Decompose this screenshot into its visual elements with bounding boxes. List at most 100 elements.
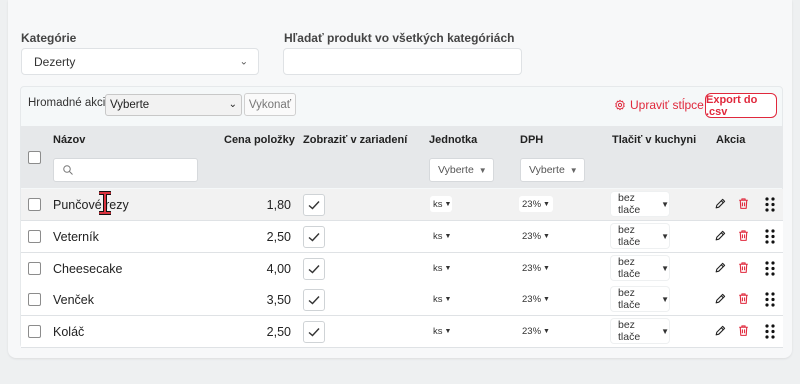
unit-select[interactable]: ks ▼: [430, 323, 452, 339]
vat-select[interactable]: 23% ▼: [519, 291, 553, 307]
check-icon: [308, 296, 320, 305]
pencil-icon[interactable]: [714, 261, 727, 274]
drag-handle-icon[interactable]: [765, 197, 775, 212]
kitchen-print-select[interactable]: bez tlače ▼: [611, 287, 669, 311]
global-search-input[interactable]: [283, 48, 522, 75]
execute-button[interactable]: Vykonať: [244, 93, 296, 116]
caret-down-icon: ▼: [543, 327, 550, 335]
kitchen-print-value: bez tlače: [618, 319, 641, 343]
caret-down-icon: ▼: [661, 199, 669, 209]
drag-handle-icon[interactable]: [765, 229, 775, 244]
kitchen-print-select[interactable]: bez tlače ▼: [611, 192, 669, 216]
vat-value: 23%: [522, 325, 542, 337]
unit-select[interactable]: ks ▼: [430, 291, 452, 307]
pencil-icon[interactable]: [714, 324, 727, 337]
caret-down-icon: ▼: [543, 232, 550, 240]
pencil-icon[interactable]: [714, 292, 727, 305]
category-select[interactable]: Dezerty ⌄: [21, 48, 259, 75]
product-name[interactable]: Venček: [53, 293, 94, 307]
product-name[interactable]: Koláč: [53, 325, 84, 339]
edit-columns-button[interactable]: Upraviť stĺpce: [614, 98, 704, 112]
product-price[interactable]: 2,50: [267, 325, 291, 339]
unit-filter-select[interactable]: Vyberte ▼: [429, 158, 494, 182]
table-row[interactable]: Veterník 2,50 ks ▼ 23% ▼ bez tlače ▼: [21, 221, 783, 253]
name-search-input[interactable]: [53, 158, 198, 182]
product-name[interactable]: Punčové rezy: [53, 198, 129, 212]
caret-down-icon: ▼: [661, 231, 669, 241]
pencil-icon[interactable]: [714, 229, 727, 242]
trash-icon[interactable]: [737, 261, 750, 274]
row-checkbox[interactable]: [28, 293, 41, 306]
header-kitchen: Tlačiť v kuchyni: [612, 134, 697, 146]
drag-handle-icon[interactable]: [765, 292, 775, 307]
trash-icon[interactable]: [737, 324, 750, 337]
vat-select[interactable]: 23% ▼: [519, 260, 553, 276]
row-checkbox[interactable]: [28, 230, 41, 243]
vat-filter-select[interactable]: Vyberte ▼: [520, 158, 585, 182]
caret-down-icon: ▼: [543, 295, 550, 303]
trash-icon[interactable]: [737, 292, 750, 305]
export-csv-button[interactable]: Export do .csv: [705, 93, 777, 118]
edit-columns-label: Upraviť stĺpce: [630, 98, 704, 112]
product-price[interactable]: 1,80: [267, 198, 291, 212]
table-row[interactable]: Venček 3,50 ks ▼ 23% ▼ bez tlače ▼: [21, 284, 783, 316]
unit-value: ks: [433, 262, 443, 274]
row-checkbox[interactable]: [28, 325, 41, 338]
product-price[interactable]: 4,00: [267, 262, 291, 276]
show-on-device-checkbox[interactable]: [303, 194, 325, 216]
caret-down-icon: ▼: [478, 165, 487, 175]
product-name[interactable]: Cheesecake: [53, 262, 123, 276]
row-checkbox[interactable]: [28, 198, 41, 211]
vat-select[interactable]: 23% ▼: [519, 323, 553, 339]
trash-icon[interactable]: [737, 229, 750, 242]
check-icon: [308, 233, 320, 242]
vat-filter-value: Vyberte: [529, 164, 565, 176]
header-show: Zobraziť v zariadení: [303, 134, 408, 146]
product-price[interactable]: 2,50: [267, 230, 291, 244]
vat-value: 23%: [522, 230, 542, 242]
show-on-device-checkbox[interactable]: [303, 226, 325, 248]
kitchen-print-select[interactable]: bez tlače ▼: [611, 256, 669, 280]
show-on-device-checkbox[interactable]: [303, 289, 325, 311]
header-action: Akcia: [716, 134, 746, 146]
table-row[interactable]: Koláč 2,50 ks ▼ 23% ▼ bez tlače ▼: [21, 316, 783, 348]
product-price[interactable]: 3,50: [267, 293, 291, 307]
unit-value: ks: [433, 230, 443, 242]
pencil-icon[interactable]: [714, 197, 727, 210]
product-name[interactable]: Veterník: [53, 230, 99, 244]
table-row[interactable]: Punčové rezy 1,80 ks ▼ 23% ▼ bez tlače ▼: [21, 189, 783, 221]
vat-select[interactable]: 23% ▼: [519, 196, 553, 212]
show-on-device-checkbox[interactable]: [303, 321, 325, 343]
trash-icon[interactable]: [737, 197, 750, 210]
caret-down-icon: ▼: [444, 264, 452, 272]
vat-value: 23%: [522, 198, 542, 210]
table-row[interactable]: Cheesecake 4,00 ks ▼ 23% ▼ bez tlače ▼: [21, 253, 783, 285]
kitchen-print-value: bez tlače: [618, 224, 641, 248]
bulk-actions-label: Hromadné akcie:: [28, 97, 115, 109]
unit-select[interactable]: ks ▼: [430, 196, 452, 212]
chevron-down-icon: ⌄: [228, 99, 237, 110]
kitchen-print-value: bez tlače: [618, 287, 641, 311]
kitchen-print-value: bez tlače: [618, 256, 641, 280]
show-on-device-checkbox[interactable]: [303, 258, 325, 280]
bulk-actions-select[interactable]: Vyberte ⌄: [105, 94, 242, 116]
unit-select[interactable]: ks ▼: [430, 260, 452, 276]
drag-handle-icon[interactable]: [765, 261, 775, 276]
select-all-checkbox[interactable]: [28, 151, 41, 164]
kitchen-print-select[interactable]: bez tlače ▼: [611, 224, 669, 248]
header-price: Cena položky: [224, 134, 295, 146]
search-label: Hľadať produkt vo všetkých kategóriách: [284, 31, 515, 45]
kitchen-print-select[interactable]: bez tlače ▼: [611, 319, 669, 343]
check-icon: [308, 201, 320, 210]
drag-handle-icon[interactable]: [765, 324, 775, 339]
caret-down-icon: ▼: [444, 232, 452, 240]
kitchen-print-value: bez tlače: [618, 192, 641, 216]
vat-value: 23%: [522, 262, 542, 274]
unit-value: ks: [433, 198, 443, 210]
vat-select[interactable]: 23% ▼: [519, 228, 553, 244]
gear-icon: [615, 99, 625, 111]
unit-select[interactable]: ks ▼: [430, 228, 452, 244]
unit-value: ks: [433, 293, 443, 305]
row-checkbox[interactable]: [28, 262, 41, 275]
chevron-down-icon: ⌄: [239, 56, 248, 67]
